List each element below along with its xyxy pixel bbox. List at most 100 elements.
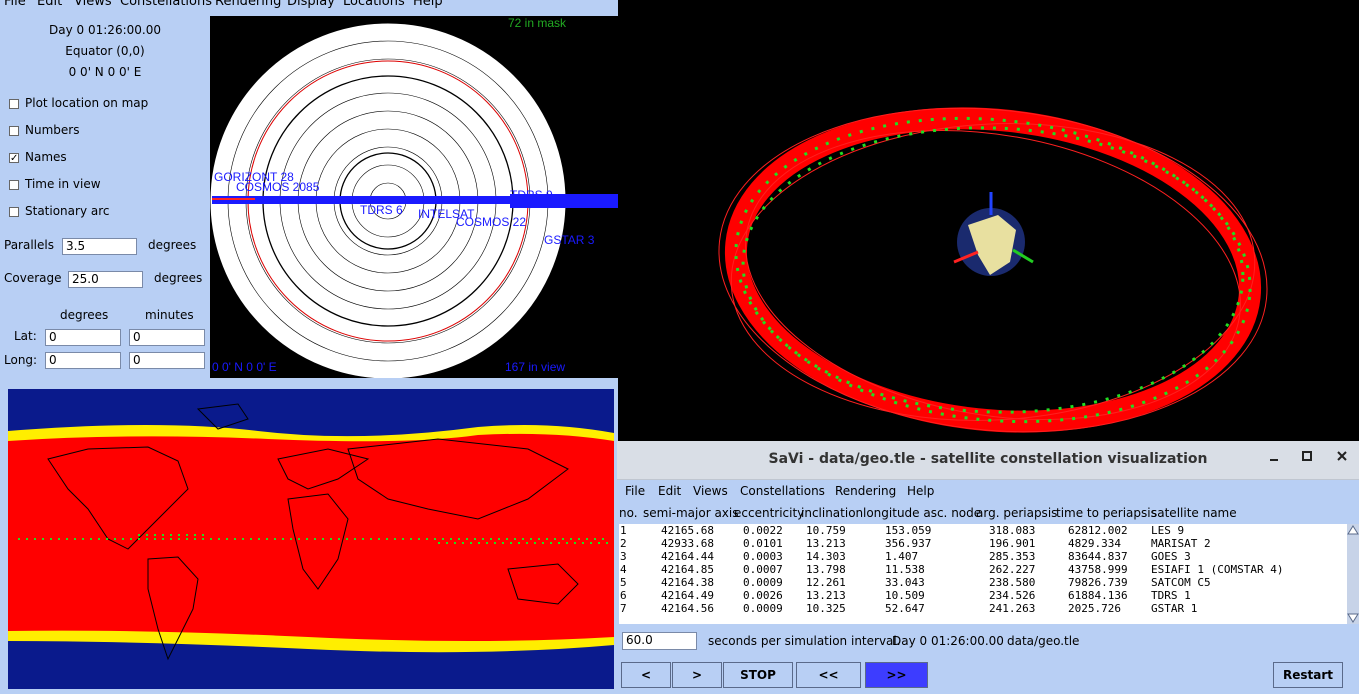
step-forward-button[interactable]: >: [672, 662, 722, 688]
location-coords: 0 0' N 0 0' E: [68, 65, 142, 79]
savi-main-window: SaVi - data/geo.tle - satellite constell…: [617, 441, 1359, 694]
menu-constellations[interactable]: Constellations: [120, 0, 212, 9]
cell-ecc: 0.0101: [743, 537, 783, 550]
parallels-input[interactable]: 3.5: [62, 238, 137, 255]
cell-axis: 42164.56: [661, 602, 714, 615]
parallels-unit: degrees: [148, 238, 197, 252]
coverage-window: File Edit Views Constellations Rendering…: [0, 0, 618, 384]
rewind-button[interactable]: <<: [796, 662, 861, 688]
cell-name: MARISAT 2: [1151, 537, 1211, 550]
polar-corner-coords: 0 0' N 0 0' E: [212, 360, 277, 374]
numbers-label: Numbers: [25, 123, 80, 137]
cell-ecc: 0.0026: [743, 589, 783, 602]
cell-node: 52.647: [885, 602, 925, 615]
cell-time: 79826.739: [1068, 576, 1128, 589]
menu-edit[interactable]: Edit: [37, 0, 62, 9]
menu-help[interactable]: Help: [413, 0, 443, 9]
cell-time: 62812.002: [1068, 524, 1128, 537]
cell-incl: 13.213: [806, 537, 846, 550]
coverage-unit: degrees: [154, 271, 203, 285]
play-button[interactable]: >>: [865, 662, 928, 688]
cell-axis: 42933.68: [661, 537, 714, 550]
stop-button[interactable]: STOP: [723, 662, 793, 688]
cell-node: 33.043: [885, 576, 925, 589]
cell-periapsis: 285.353: [989, 550, 1036, 563]
view-count: 167 in view: [505, 360, 565, 374]
cell-axis: 42164.44: [661, 550, 714, 563]
stationary-arc-checkbox[interactable]: [9, 207, 19, 217]
col-eccentricity: eccentricity: [734, 506, 805, 520]
savi-menu-edit[interactable]: Edit: [658, 484, 681, 498]
table-row[interactable]: 5 42164.38 0.0009 12.261 33.043 238.580 …: [619, 576, 1347, 589]
cell-node: 356.937: [885, 537, 932, 550]
savi-menu-rendering[interactable]: Rendering: [835, 484, 896, 498]
savi-sim-time: Day 0 01:26:00.00: [892, 634, 1004, 648]
cell-incl: 12.261: [806, 576, 846, 589]
table-scrollbar[interactable]: [1347, 524, 1359, 624]
cell-periapsis: 241.263: [989, 602, 1036, 615]
orbit-3d-view[interactable]: [618, 0, 1359, 441]
coverage-menubar: File Edit Views Constellations Rendering…: [0, 0, 618, 16]
col-inclination: inclination: [801, 506, 864, 520]
savi-menu-views[interactable]: Views: [693, 484, 728, 498]
step-back-button[interactable]: <: [621, 662, 671, 688]
table-row[interactable]: 4 42164.85 0.0007 13.798 11.538 262.227 …: [619, 563, 1347, 576]
numbers-checkbox[interactable]: [9, 126, 19, 136]
menu-file[interactable]: File: [4, 0, 26, 9]
long-degrees-input[interactable]: 0: [45, 352, 121, 369]
satellite-table[interactable]: 1 42165.68 0.0022 10.759 153.059 318.083…: [619, 524, 1347, 624]
table-row[interactable]: 1 42165.68 0.0022 10.759 153.059 318.083…: [619, 524, 1347, 537]
long-minutes-input[interactable]: 0: [129, 352, 205, 369]
degrees-column-header: degrees: [60, 308, 109, 322]
coverage-input[interactable]: 25.0: [68, 271, 143, 288]
polar-sky-view[interactable]: GORIZONT 28 COSMOS 2085 TDRS 9 TDRS 6 IN…: [209, 16, 618, 380]
interval-input[interactable]: 60.0: [622, 632, 697, 650]
long-label: Long:: [4, 353, 38, 367]
cell-incl: 10.759: [806, 524, 846, 537]
cell-node: 10.509: [885, 589, 925, 602]
menu-rendering[interactable]: Rendering: [215, 0, 281, 9]
savi-menu-file[interactable]: File: [625, 484, 645, 498]
interval-label: seconds per simulation interval.: [708, 634, 901, 648]
coverage-map[interactable]: [8, 389, 614, 689]
col-time-to-periapsis: time to periapsis: [1056, 506, 1157, 520]
table-row[interactable]: 7 42164.56 0.0009 10.325 52.647 241.263 …: [619, 602, 1347, 615]
minimize-icon[interactable]: [1267, 449, 1281, 463]
cell-axis: 42165.68: [661, 524, 714, 537]
cell-name: GOES 3: [1151, 550, 1191, 563]
sim-time: Day 0 01:26:00.00: [49, 23, 161, 37]
menu-views[interactable]: Views: [74, 0, 112, 9]
cell-name: GSTAR 1: [1151, 602, 1198, 615]
cell-name: SATCOM C5: [1151, 576, 1211, 589]
table-row[interactable]: 6 42164.49 0.0026 13.213 10.509 234.526 …: [619, 589, 1347, 602]
cell-no: 2: [620, 537, 627, 550]
cell-time: 61884.136: [1068, 589, 1128, 602]
lat-minutes-input[interactable]: 0: [129, 329, 205, 346]
savi-menu-constellations[interactable]: Constellations: [740, 484, 825, 498]
plot-location-checkbox[interactable]: [9, 99, 19, 109]
savi-menu-help[interactable]: Help: [907, 484, 934, 498]
lat-degrees-input[interactable]: 0: [45, 329, 121, 346]
time-in-view-label: Time in view: [25, 177, 101, 191]
restart-button[interactable]: Restart: [1273, 662, 1343, 688]
close-icon[interactable]: [1335, 449, 1349, 463]
time-in-view-checkbox[interactable]: [9, 180, 19, 190]
cell-ecc: 0.0009: [743, 576, 783, 589]
coverage-label: Coverage: [4, 271, 62, 285]
cell-name: TDRS 1: [1151, 589, 1191, 602]
names-checkbox[interactable]: ✓: [9, 153, 19, 164]
cell-time: 2025.726: [1068, 602, 1121, 615]
menu-locations[interactable]: Locations: [343, 0, 405, 9]
cell-no: 5: [620, 576, 627, 589]
menu-display[interactable]: Display: [287, 0, 335, 9]
savi-menubar: File Edit Views Constellations Rendering…: [617, 480, 1359, 502]
cell-no: 4: [620, 563, 627, 576]
table-row[interactable]: 2 42933.68 0.0101 13.213 356.937 196.901…: [619, 537, 1347, 550]
table-row[interactable]: 3 42164.44 0.0003 14.303 1.407 285.353 8…: [619, 550, 1347, 563]
sat-label-cosmos-22: COSMOS 22: [456, 215, 526, 229]
cell-ecc: 0.0009: [743, 602, 783, 615]
maximize-icon[interactable]: [1300, 449, 1314, 463]
cell-incl: 10.325: [806, 602, 846, 615]
cell-no: 3: [620, 550, 627, 563]
minutes-column-header: minutes: [145, 308, 194, 322]
